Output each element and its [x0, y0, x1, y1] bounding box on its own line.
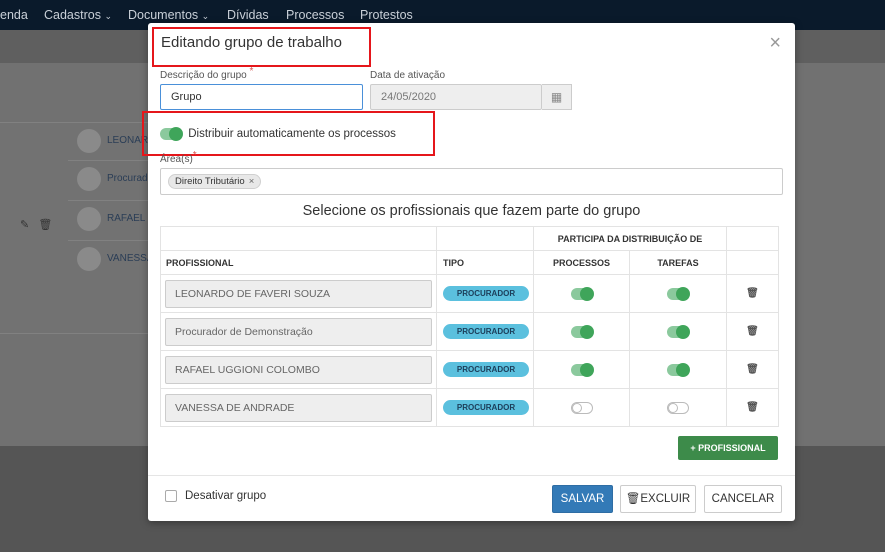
tarefas-toggle[interactable] — [667, 324, 690, 339]
trash-icon: 🗑 — [625, 493, 641, 505]
tipo-badge: PROCURADOR — [443, 324, 529, 339]
pencil-icon[interactable]: ✎ — [20, 219, 29, 231]
background-member-row: RAFAEL — [68, 200, 148, 236]
col-header-tarefas: TAREFAS — [628, 250, 728, 275]
processos-toggle[interactable] — [570, 401, 593, 414]
table-row: VANESSA DE ANDRADE PROCURADOR 🗑 — [160, 388, 780, 427]
tipo-badge: PROCURADOR — [443, 362, 529, 377]
trash-icon[interactable]: 🗑 — [746, 402, 759, 413]
col-header-tipo: TIPO — [436, 250, 534, 275]
processos-toggle[interactable] — [570, 286, 594, 301]
professional-name-field: VANESSA DE ANDRADE — [165, 393, 432, 422]
close-icon[interactable]: × — [769, 32, 781, 55]
avatar — [77, 207, 101, 231]
activation-date-label: Data de ativação — [370, 70, 446, 81]
areas-multiselect[interactable]: Direito Tributário × — [160, 168, 783, 195]
tarefas-toggle[interactable] — [667, 286, 690, 301]
activation-date-field: 24/05/2020 — [370, 84, 542, 110]
nav-item-documentos[interactable]: Documentos ⌄ — [128, 8, 209, 22]
table-row: RAFAEL UGGIONI COLOMBO PROCURADOR 🗑 — [160, 350, 780, 389]
trash-icon[interactable]: 🗑 — [746, 326, 759, 337]
professional-name-field: RAFAEL UGGIONI COLOMBO — [165, 355, 432, 384]
col-header-profissional: PROFISSIONAL — [160, 250, 437, 275]
processos-toggle[interactable] — [570, 324, 594, 339]
nav-item-cadastros[interactable]: Cadastros ⌄ — [44, 8, 112, 22]
cancel-button[interactable]: CANCELAR — [704, 485, 782, 513]
area-tag: Direito Tributário × — [168, 174, 262, 189]
processos-toggle[interactable] — [570, 362, 594, 377]
professional-name-field: Procurador de Demonstração — [165, 317, 432, 346]
tipo-badge: PROCURADOR — [443, 286, 529, 301]
avatar — [77, 167, 101, 191]
nav-item-agenda[interactable]: enda — [0, 8, 28, 22]
tarefas-toggle[interactable] — [667, 401, 689, 414]
disable-group-row: Desativar grupo — [165, 490, 266, 502]
background-row-actions: ✎ 🗑 — [20, 218, 52, 231]
trash-icon[interactable]: 🗑 — [38, 219, 52, 231]
background-member-row: Procurad — [68, 160, 148, 196]
title-highlight-box — [152, 27, 371, 67]
group-description-input[interactable] — [160, 84, 363, 110]
professional-name-field: LEONARDO DE FAVERI SOUZA — [165, 279, 432, 308]
table-row: Procurador de Demonstração PROCURADOR 🗑 — [160, 312, 780, 351]
nav-item-dividas[interactable]: Dívidas — [227, 8, 269, 22]
disable-group-checkbox[interactable] — [165, 490, 177, 502]
chevron-down-icon: ⌄ — [104, 11, 113, 21]
background-member-row: LEONAR — [68, 122, 148, 158]
avatar — [77, 247, 101, 271]
col-header-processos: PROCESSOS — [533, 250, 630, 275]
distribution-group-header: PARTICIPA DA DISTRIBUIÇÃO DE — [532, 226, 728, 251]
section-title: Selecione os profissionais que fazem par… — [302, 203, 641, 219]
background-member-row: VANESSA — [68, 240, 154, 276]
tarefas-toggle[interactable] — [667, 362, 690, 377]
remove-tag-icon[interactable]: × — [249, 176, 255, 187]
chevron-down-icon: ⌄ — [201, 11, 210, 21]
save-button[interactable]: SALVAR — [552, 485, 613, 513]
edit-group-modal: Editando grupo de trabalho × Descrição d… — [142, 23, 795, 521]
footer-divider — [148, 475, 795, 476]
toggle-highlight-box — [142, 111, 435, 156]
tipo-badge: PROCURADOR — [443, 400, 529, 415]
areas-label: Área(s)* — [160, 150, 197, 165]
table-row: LEONARDO DE FAVERI SOUZA PROCURADOR 🗑 — [160, 274, 780, 313]
trash-icon[interactable]: 🗑 — [746, 364, 759, 375]
calendar-icon[interactable]: ▦ — [542, 84, 572, 110]
nav-item-protestos[interactable]: Protestos — [360, 8, 413, 22]
delete-button[interactable]: 🗑EXCLUIR — [620, 485, 696, 513]
add-professional-button[interactable]: + PROFISSIONAL — [678, 436, 778, 460]
trash-icon[interactable]: 🗑 — [746, 288, 759, 299]
description-label: Descrição do grupo * — [160, 66, 254, 81]
professionals-table: PARTICIPA DA DISTRIBUIÇÃO DE PROFISSIONA… — [160, 226, 780, 427]
required-mark: * — [249, 66, 254, 77]
avatar — [77, 129, 101, 153]
nav-item-processos[interactable]: Processos — [286, 8, 344, 22]
disable-group-label: Desativar grupo — [185, 490, 267, 502]
